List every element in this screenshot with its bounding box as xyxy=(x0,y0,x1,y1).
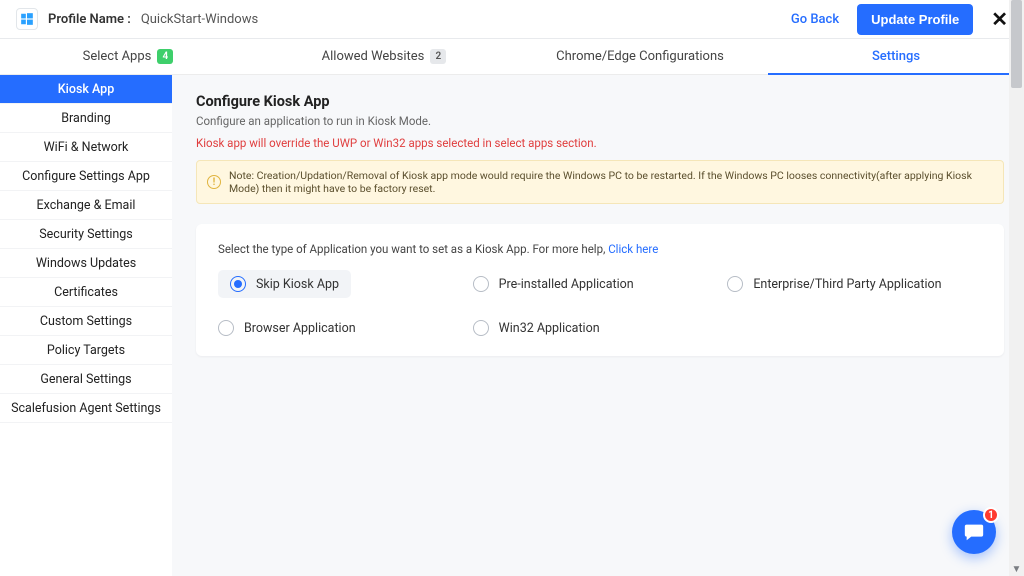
radio-enterprise-third-party-application[interactable]: Enterprise/Third Party Application xyxy=(727,270,982,298)
sidebar-item-scalefusion-agent-settings[interactable]: Scalefusion Agent Settings xyxy=(0,394,172,423)
radio-icon xyxy=(727,276,743,292)
page-subtitle: Configure an application to run in Kiosk… xyxy=(196,114,1004,128)
tab-settings[interactable]: Settings xyxy=(768,39,1024,74)
sidebar-item-certificates[interactable]: Certificates xyxy=(0,278,172,307)
radio-label: Browser Application xyxy=(244,321,356,336)
header-bar: Profile Name : QuickStart-Windows Go Bac… xyxy=(0,0,1024,38)
profile-name-label: Profile Name : xyxy=(48,12,131,27)
radio-icon xyxy=(473,320,489,336)
body: Kiosk AppBrandingWiFi & NetworkConfigure… xyxy=(0,75,1024,576)
radio-pre-installed-application[interactable]: Pre-installed Application xyxy=(473,270,728,298)
note-text: Note: Creation/Updation/Removal of Kiosk… xyxy=(229,169,993,195)
radio-icon xyxy=(218,320,234,336)
tab-count-badge: 4 xyxy=(157,49,173,64)
tab-bar: Select Apps4Allowed Websites2Chrome/Edge… xyxy=(0,39,1024,75)
sidebar-item-kiosk-app[interactable]: Kiosk App xyxy=(0,75,172,104)
kiosk-options-card: Select the type of Application you want … xyxy=(196,224,1004,356)
tab-select-apps[interactable]: Select Apps4 xyxy=(0,39,256,74)
radio-label: Enterprise/Third Party Application xyxy=(753,277,941,292)
chat-badge: 1 xyxy=(983,507,999,523)
sidebar-item-wifi-network[interactable]: WiFi & Network xyxy=(0,133,172,162)
radio-win32-application[interactable]: Win32 Application xyxy=(473,318,728,338)
radio-browser-application[interactable]: Browser Application xyxy=(218,318,473,338)
radio-label: Skip Kiosk App xyxy=(256,277,339,292)
update-profile-button[interactable]: Update Profile xyxy=(857,4,973,35)
scroll-down-arrow[interactable]: ▼ xyxy=(1009,562,1024,576)
sidebar-item-policy-targets[interactable]: Policy Targets xyxy=(0,336,172,365)
sidebar-item-configure-settings-app[interactable]: Configure Settings App xyxy=(0,162,172,191)
profile-name-value: QuickStart-Windows xyxy=(141,12,258,27)
help-link[interactable]: Click here xyxy=(608,242,658,256)
sidebar-item-security-settings[interactable]: Security Settings xyxy=(0,220,172,249)
info-icon: ! xyxy=(207,175,221,189)
radio-skip-kiosk-app[interactable]: Skip Kiosk App xyxy=(218,270,351,298)
help-line: Select the type of Application you want … xyxy=(218,242,982,256)
help-text: Select the type of Application you want … xyxy=(218,242,608,256)
tab-allowed-websites[interactable]: Allowed Websites2 xyxy=(256,39,512,74)
sidebar-item-exchange-email[interactable]: Exchange & Email xyxy=(0,191,172,220)
radio-icon xyxy=(473,276,489,292)
radio-label: Win32 Application xyxy=(499,321,600,336)
go-back-link[interactable]: Go Back xyxy=(791,12,839,27)
tab-chrome-edge-configurations[interactable]: Chrome/Edge Configurations xyxy=(512,39,768,74)
tab-count-badge: 2 xyxy=(430,49,446,64)
scrollbar-thumb[interactable] xyxy=(1011,0,1022,88)
sidebar-item-branding[interactable]: Branding xyxy=(0,104,172,133)
override-warning: Kiosk app will override the UWP or Win32… xyxy=(196,136,1004,150)
os-windows-icon xyxy=(16,8,38,30)
chat-button[interactable]: 1 xyxy=(952,510,996,554)
main-content: Configure Kiosk App Configure an applica… xyxy=(172,75,1024,576)
scrollbar[interactable]: ▲ ▼ xyxy=(1009,0,1024,576)
radio-label: Pre-installed Application xyxy=(499,277,634,292)
sidebar-item-general-settings[interactable]: General Settings xyxy=(0,365,172,394)
sidebar-item-custom-settings[interactable]: Custom Settings xyxy=(0,307,172,336)
close-icon[interactable]: ✕ xyxy=(991,7,1008,31)
page-title: Configure Kiosk App xyxy=(196,93,1004,110)
note-banner: ! Note: Creation/Updation/Removal of Kio… xyxy=(196,160,1004,204)
sidebar-item-windows-updates[interactable]: Windows Updates xyxy=(0,249,172,278)
sidebar: Kiosk AppBrandingWiFi & NetworkConfigure… xyxy=(0,75,172,576)
radio-group: Skip Kiosk App Pre-installed Application E… xyxy=(218,270,982,338)
radio-icon xyxy=(230,276,246,292)
